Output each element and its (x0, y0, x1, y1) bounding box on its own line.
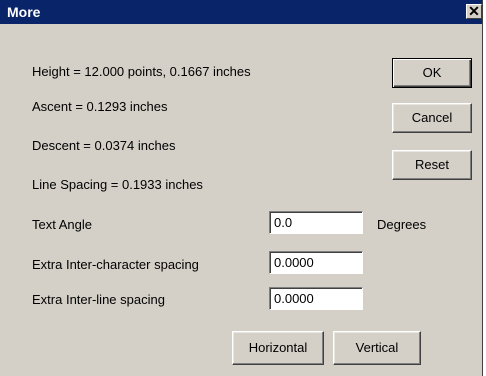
ok-button[interactable]: OK (392, 58, 472, 88)
ascent-info: Ascent = 0.1293 inches (32, 99, 168, 114)
inter-char-input[interactable] (269, 251, 363, 274)
line-spacing-info: Line Spacing = 0.1933 inches (32, 177, 203, 192)
text-angle-input[interactable] (269, 211, 363, 234)
reset-button[interactable]: Reset (392, 150, 472, 180)
descent-info: Descent = 0.0374 inches (32, 138, 176, 153)
close-icon[interactable]: ✕ (466, 4, 482, 19)
more-dialog: More ✕ Height = 12.000 points, 0.1667 in… (0, 0, 483, 376)
text-angle-unit: Degrees (377, 217, 427, 232)
inter-line-label: Extra Inter-line spacing (32, 292, 165, 307)
window-title: More (7, 4, 41, 20)
text-angle-label: Text Angle (32, 217, 92, 232)
horizontal-button[interactable]: Horizontal (232, 331, 324, 365)
cancel-button[interactable]: Cancel (392, 103, 472, 133)
inter-line-input[interactable] (269, 287, 363, 310)
title-bar[interactable]: More ✕ (0, 0, 482, 24)
height-info: Height = 12.000 points, 0.1667 inches (32, 64, 251, 79)
inter-char-label: Extra Inter-character spacing (32, 257, 199, 272)
vertical-button[interactable]: Vertical (333, 331, 421, 365)
